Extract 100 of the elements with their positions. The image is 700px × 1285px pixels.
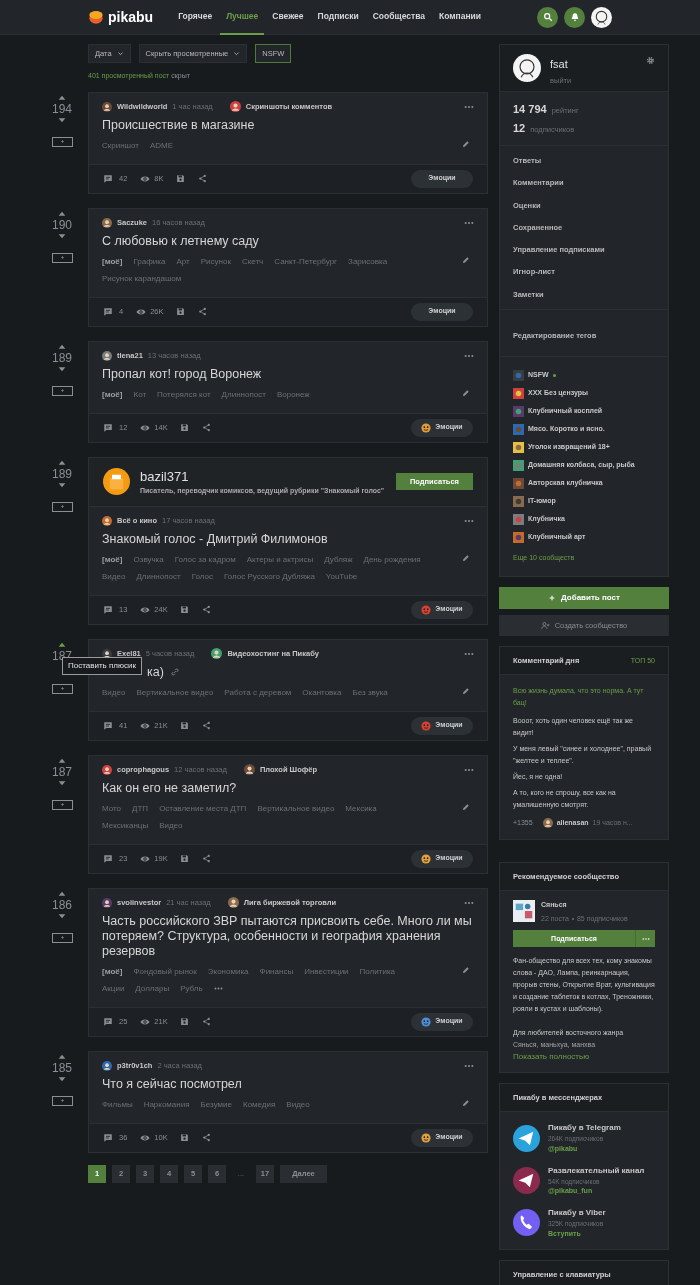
post-title[interactable]: Пропал кот! город Воронеж bbox=[102, 366, 262, 382]
comment-icon[interactable] bbox=[103, 173, 113, 184]
post-tag[interactable]: Видео bbox=[102, 570, 126, 583]
upvote-icon[interactable] bbox=[57, 756, 67, 765]
post-tag[interactable]: Скетч bbox=[241, 255, 264, 268]
post-tag[interactable]: Голос bbox=[191, 570, 213, 583]
share-icon[interactable] bbox=[197, 174, 207, 183]
post-tag[interactable]: Наркомания bbox=[143, 1098, 190, 1111]
save-icon[interactable] bbox=[179, 854, 189, 863]
share-icon[interactable] bbox=[201, 423, 211, 432]
post-tag[interactable]: Доллары bbox=[135, 982, 170, 995]
post-tag[interactable]: Работа с деревом bbox=[224, 686, 292, 699]
notifications-button[interactable] bbox=[564, 6, 585, 28]
post-tag[interactable]: Озвучка bbox=[133, 553, 164, 566]
post-tag[interactable]: Оставление места ДТП bbox=[159, 802, 247, 815]
post-tag[interactable]: Санкт-Петербург bbox=[274, 255, 338, 268]
nav-tab[interactable]: Горячее bbox=[172, 0, 219, 35]
telegram-icon[interactable] bbox=[513, 1167, 540, 1195]
save-post-button[interactable] bbox=[51, 799, 73, 810]
author-name[interactable]: bazil371 bbox=[140, 466, 386, 486]
search-button[interactable] bbox=[537, 6, 558, 28]
post-tag[interactable]: Мото bbox=[102, 802, 122, 815]
post-tag[interactable]: Дубляж bbox=[324, 553, 353, 566]
save-post-button[interactable] bbox=[51, 385, 73, 396]
post-tag[interactable]: Вертикальное видео bbox=[257, 802, 335, 815]
post-title[interactable]: Часть российского ЗВР пытаются присвоить себе. Много ли мы потеряем? Структура, особенности и география хранения резервов bbox=[102, 913, 474, 959]
downvote-icon[interactable] bbox=[57, 115, 67, 124]
save-icon[interactable] bbox=[175, 174, 185, 183]
save-icon[interactable] bbox=[179, 1017, 189, 1026]
mine-tag[interactable]: [моё] bbox=[102, 553, 123, 566]
post-title[interactable]: ка) bbox=[147, 664, 164, 680]
telegram-icon[interactable] bbox=[513, 1124, 540, 1152]
post-tag[interactable]: Воронеж bbox=[276, 388, 310, 401]
post-tag[interactable]: Длиннопост bbox=[221, 388, 266, 401]
profile-name[interactable]: fsat bbox=[550, 56, 637, 73]
edit-tags-icon[interactable] bbox=[462, 1098, 470, 1107]
post-tag[interactable]: Комедия bbox=[242, 1098, 276, 1111]
nav-tab[interactable]: Подписки bbox=[311, 0, 365, 35]
edit-tags-icon[interactable] bbox=[462, 965, 470, 974]
post-tag[interactable]: Голос за кадром bbox=[174, 553, 236, 566]
post-tag[interactable]: Безумие bbox=[200, 1098, 232, 1111]
upvote-icon[interactable] bbox=[57, 209, 67, 218]
nav-tab[interactable]: Компании bbox=[433, 0, 488, 35]
show-more-link[interactable]: Показать полностью bbox=[513, 1051, 655, 1064]
nav-tab[interactable]: Свежее bbox=[266, 0, 310, 35]
settings-icon[interactable] bbox=[646, 56, 655, 65]
post-tag[interactable]: Инвестиции bbox=[304, 965, 349, 978]
post-tag[interactable]: Финансы bbox=[259, 965, 294, 978]
post-tag[interactable]: Скриншот bbox=[102, 139, 139, 152]
comment-icon[interactable] bbox=[103, 306, 113, 317]
save-icon[interactable] bbox=[175, 307, 185, 316]
post-tag[interactable]: День рождения bbox=[363, 553, 421, 566]
post-tag[interactable]: Экономика bbox=[207, 965, 249, 978]
post-title[interactable]: Происшествие в магазине bbox=[102, 117, 255, 133]
post-tag[interactable]: Рисунок карандашом bbox=[102, 272, 182, 285]
comment-icon[interactable] bbox=[103, 604, 113, 615]
post-tag[interactable]: Видео bbox=[159, 819, 183, 832]
post-tag[interactable]: Акции bbox=[102, 982, 125, 995]
edit-tags-icon[interactable] bbox=[462, 553, 470, 562]
comment-icon[interactable] bbox=[103, 1016, 113, 1027]
save-post-button[interactable] bbox=[51, 501, 73, 512]
save-icon[interactable] bbox=[179, 1133, 189, 1142]
share-icon[interactable] bbox=[201, 1017, 211, 1026]
post-tag[interactable]: Мексиканцы bbox=[102, 819, 149, 832]
post-tag[interactable]: Арт bbox=[176, 255, 190, 268]
post-title[interactable]: Что я сейчас посмотрел bbox=[102, 1076, 242, 1092]
add-post-button[interactable]: Добавить пост bbox=[499, 587, 669, 610]
share-icon[interactable] bbox=[201, 854, 211, 863]
messenger-name[interactable]: Пикабу в Viber bbox=[548, 1206, 606, 1219]
post-tag[interactable]: Мексика bbox=[345, 802, 377, 815]
post-tag[interactable]: Актеры и актрисы bbox=[246, 553, 314, 566]
post-tag[interactable]: Политика bbox=[359, 965, 395, 978]
comment-icon[interactable] bbox=[103, 853, 113, 864]
save-icon[interactable] bbox=[179, 605, 189, 614]
post-tag[interactable]: ДТП bbox=[132, 802, 149, 815]
post-tag[interactable]: ADME bbox=[149, 139, 174, 152]
comment-icon[interactable] bbox=[103, 720, 113, 731]
mine-tag[interactable]: [моё] bbox=[102, 965, 123, 978]
post-tag[interactable]: Голос Русского Дубляжа bbox=[223, 570, 315, 583]
share-icon[interactable] bbox=[197, 307, 207, 316]
messenger-name[interactable]: Пикабу в Telegram bbox=[548, 1122, 621, 1135]
save-icon[interactable] bbox=[179, 423, 189, 432]
upvote-icon[interactable] bbox=[57, 458, 67, 467]
edit-tags-icon[interactable] bbox=[462, 686, 470, 695]
post-tag[interactable]: Видео bbox=[102, 686, 126, 699]
nav-tab[interactable]: Сообщества bbox=[366, 0, 432, 35]
comment-icon[interactable] bbox=[103, 1132, 113, 1143]
post-tag[interactable]: Видео bbox=[286, 1098, 310, 1111]
save-post-button[interactable] bbox=[51, 252, 73, 263]
post-tag[interactable]: Рубль bbox=[180, 982, 203, 995]
post-tag[interactable]: Графика bbox=[133, 255, 166, 268]
post-tag[interactable]: Без звука bbox=[352, 686, 388, 699]
downvote-icon[interactable] bbox=[57, 1074, 67, 1083]
post-tag[interactable]: Вертикальное видео bbox=[136, 686, 214, 699]
post-title[interactable]: С любовью к летнему саду bbox=[102, 233, 259, 249]
post-tag[interactable]: Кот bbox=[133, 388, 147, 401]
post-tag[interactable]: YouTube bbox=[325, 570, 358, 583]
edit-tags-icon[interactable] bbox=[462, 802, 470, 811]
post-tag[interactable]: Рисунок bbox=[200, 255, 231, 268]
downvote-icon[interactable] bbox=[57, 778, 67, 787]
